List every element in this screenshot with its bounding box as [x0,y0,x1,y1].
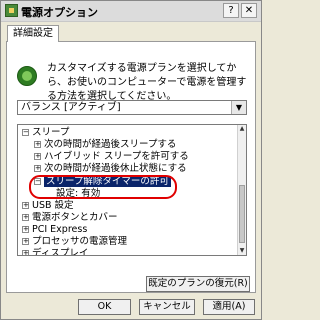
power-plan-select[interactable]: バランス [アクティブ] ▼ [17,100,247,115]
tree-item-label: プロセッサの電源管理 [32,236,128,247]
collapse-icon[interactable]: − [34,178,41,185]
tree-item-hybrid-sleep[interactable]: + ハイブリッド スリープを許可する [34,151,189,163]
tree-item-power-buttons-lid[interactable]: + 電源ボタンとカバー [22,212,118,224]
tab-advanced-settings[interactable]: 詳細設定 [7,25,59,42]
expand-icon[interactable]: + [22,250,29,255]
advanced-settings-panel: カスタマイズする電源プランを選択してから、お使いのコンピューターで電源を管理する… [6,41,256,293]
tree-item-label: PCI Express [32,224,88,235]
ok-button[interactable]: OK [78,299,131,315]
apply-button[interactable]: 適用(A) [203,299,255,315]
tree-item-label: 次の時間が経過後休止状態にする [44,163,187,174]
tree-item-label-selected: スリープ解除タイマーの許可 [44,176,171,187]
expand-icon[interactable]: + [22,202,29,209]
power-options-dialog: 電源オプション ? ✕ 詳細設定 カスタマイズする電源プランを選択してから、お使… [0,0,262,320]
restore-default-plan-button[interactable]: 既定のプランの復元(R) [146,276,250,292]
tree-item-label: ディスプレイ [32,248,89,256]
close-button[interactable]: ✕ [241,3,257,18]
expand-icon[interactable]: + [34,165,41,172]
cancel-button[interactable]: キャンセル [139,299,195,315]
tree-item-sleep-after[interactable]: + 次の時間が経過後スリープする [34,139,176,151]
description-text: カスタマイズする電源プランを選択してから、お使いのコンピューターで電源を管理する… [47,63,247,102]
tree-item-wake-timers[interactable]: − スリープ解除タイマーの許可 [34,176,171,188]
tree-item-display[interactable]: + ディスプレイ [22,248,89,256]
tree-item-pci-express[interactable]: + PCI Express [22,224,87,236]
settings-tree: − スリープ + 次の時間が経過後スリープする + ハイブリッド スリープを許可する … [17,124,247,256]
tree-item-hibernate-after[interactable]: + 次の時間が経過後休止状態にする [34,163,187,175]
tree-scrollbar[interactable]: ▲ ▼ [237,125,246,255]
chevron-down-icon[interactable]: ▼ [231,101,246,114]
power-plan-select-value: バランス [アクティブ] [21,102,121,113]
tree-item-label: 設定: 有効 [56,188,101,199]
tree-item-usb-settings[interactable]: + USB 設定 [22,200,74,212]
tree-item-label: スリープ [32,127,70,138]
tree-item-label: 電源ボタンとカバー [32,212,118,223]
window-title: 電源オプション [21,6,98,19]
scroll-thumb[interactable] [239,185,245,243]
tree-item-processor-power[interactable]: + プロセッサの電源管理 [22,236,127,248]
tree-item-sleep[interactable]: − スリープ [22,127,69,139]
scroll-up-arrow-icon[interactable]: ▲ [238,125,246,133]
expand-icon[interactable]: + [34,153,41,160]
help-button[interactable]: ? [223,3,239,18]
tree-item-label: USB 設定 [32,200,74,211]
expand-icon[interactable]: + [22,214,29,221]
expand-icon[interactable]: + [34,141,41,148]
tree-item-label: ハイブリッド スリープを許可する [44,151,189,162]
title-bar: 電源オプション ? ✕ [1,1,261,22]
tree-item-setting-value[interactable]: 設定: 有効 [56,188,100,200]
power-options-icon [5,4,18,17]
scroll-down-arrow-icon[interactable]: ▼ [238,247,246,255]
collapse-icon[interactable]: − [22,129,29,136]
expand-icon[interactable]: + [22,226,29,233]
expand-icon[interactable]: + [22,238,29,245]
power-plan-icon [17,66,37,86]
tree-item-label: 次の時間が経過後スリープする [44,139,177,150]
